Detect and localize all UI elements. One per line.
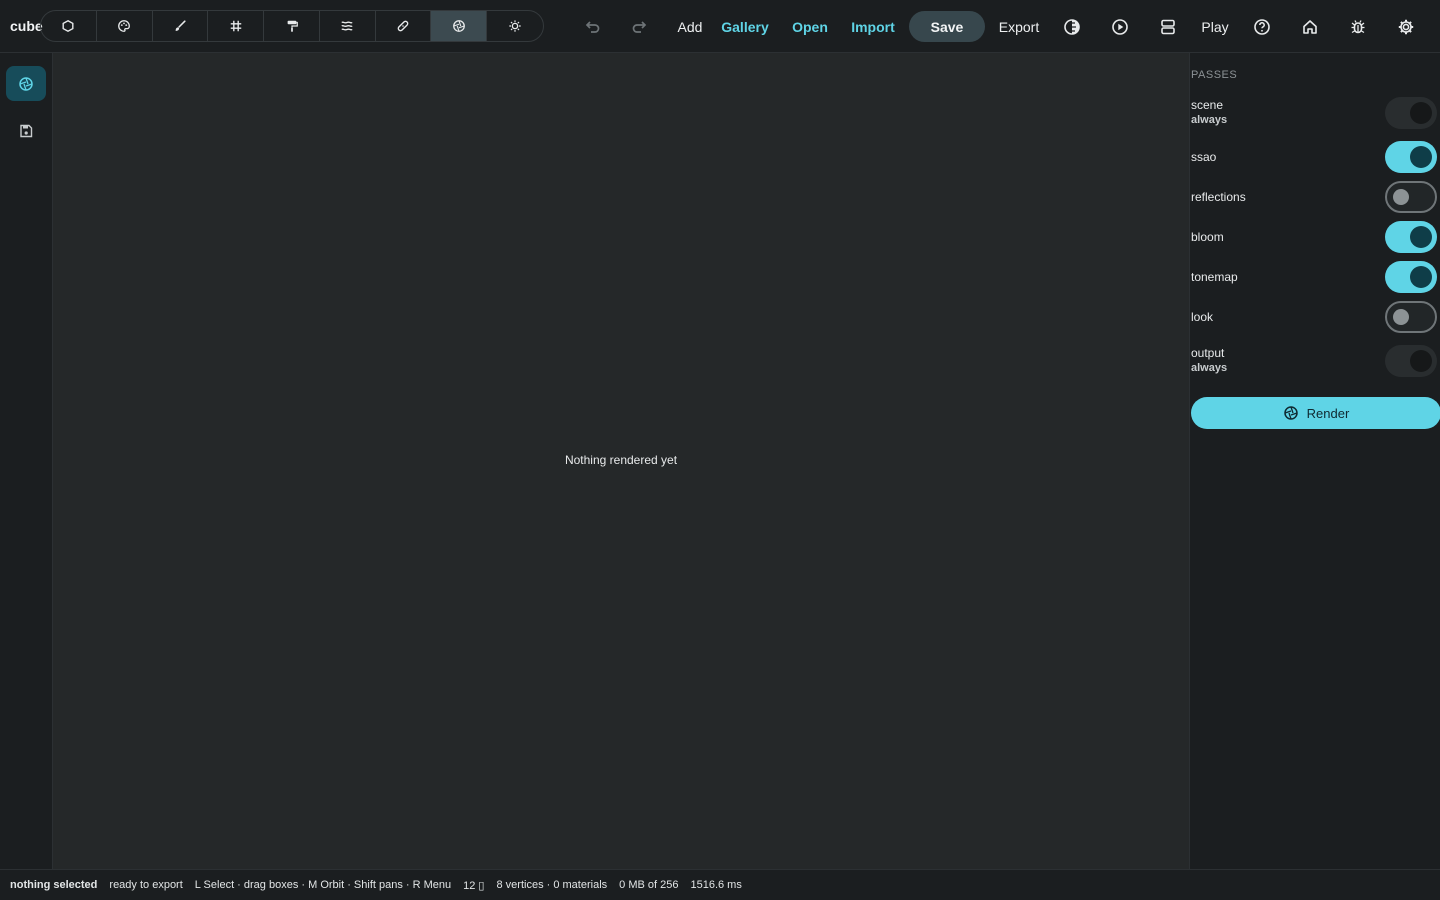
toggle-knob <box>1410 350 1432 372</box>
tool-waves[interactable] <box>320 11 376 41</box>
undo-button[interactable] <box>578 0 606 53</box>
toggle-knob <box>1393 309 1409 325</box>
waves-icon <box>341 21 353 31</box>
pass-name: scene <box>1191 98 1224 112</box>
bandage-icon <box>397 20 409 32</box>
help-icon <box>1254 18 1270 35</box>
pass-toggle-tonemap[interactable] <box>1385 261 1437 293</box>
panel-heading: PASSES <box>1191 69 1238 81</box>
aperture-icon <box>452 20 465 32</box>
sun-icon <box>509 20 521 32</box>
import-button[interactable]: Import <box>848 0 898 53</box>
rail-save-button[interactable] <box>6 113 46 148</box>
tool-palette[interactable] <box>97 11 153 41</box>
pass-sub: always <box>1191 362 1228 374</box>
open-button[interactable]: Open <box>790 0 830 53</box>
status-export-state: ready to export <box>109 879 183 891</box>
render-button-label: Render <box>1306 405 1350 421</box>
save-disk-icon <box>20 124 33 137</box>
export-button[interactable]: Export <box>996 0 1042 53</box>
pass-toggle-bloom[interactable] <box>1385 221 1437 253</box>
bug-icon <box>1351 19 1365 33</box>
aperture-icon <box>1283 406 1298 420</box>
tool-bandage[interactable] <box>376 11 432 41</box>
undo-icon <box>585 20 600 33</box>
contrast-icon <box>1064 18 1080 35</box>
pass-toggle-reflections[interactable] <box>1385 181 1437 213</box>
pass-toggle-output[interactable] <box>1385 345 1437 377</box>
pass-name: reflections <box>1191 190 1246 204</box>
play-circle-icon <box>1112 18 1128 35</box>
play-button[interactable]: Play <box>1196 0 1234 53</box>
layout-button[interactable] <box>1154 0 1182 53</box>
shape-icon <box>62 19 74 33</box>
tool-group <box>40 10 544 42</box>
redo-icon <box>632 20 647 33</box>
status-memory: 0 MB of 256 <box>619 879 679 891</box>
add-button[interactable]: Add <box>672 0 708 53</box>
app-title: cube <box>10 18 43 34</box>
status-timing: 1516.6 ms <box>690 879 742 891</box>
home-icon <box>1303 19 1317 34</box>
status-geometry: 8 vertices · 0 materials <box>496 879 608 891</box>
contrast-button[interactable] <box>1058 0 1086 53</box>
gear-icon <box>1398 19 1414 34</box>
status-bar: nothing selected ready to export L Selec… <box>0 869 1440 900</box>
status-count: 12 ▯ <box>463 879 485 892</box>
top-toolbar: cube Add Gallery Open Import Save Export… <box>0 0 1440 53</box>
passes-panel: PASSES scene always ssao reflections blo… <box>1189 53 1440 869</box>
pass-sub: always <box>1191 114 1228 126</box>
aperture-icon <box>19 76 33 91</box>
pass-toggle-scene[interactable] <box>1385 97 1437 129</box>
tool-paint-roller[interactable] <box>264 11 320 41</box>
pass-name: ssao <box>1191 150 1217 164</box>
pass-name: output <box>1191 346 1225 360</box>
play-circle-button[interactable] <box>1106 0 1134 53</box>
gallery-button[interactable]: Gallery <box>720 0 770 53</box>
tool-shape[interactable] <box>41 11 97 41</box>
empty-viewport-message: Nothing rendered yet <box>564 453 678 467</box>
help-button[interactable] <box>1248 0 1276 53</box>
toggle-knob <box>1410 102 1432 124</box>
home-button[interactable] <box>1296 0 1324 53</box>
tool-aperture[interactable] <box>431 11 488 41</box>
pass-toggle-ssao[interactable] <box>1385 141 1437 173</box>
debug-button[interactable] <box>1344 0 1372 53</box>
status-hints: L Select · drag boxes · M Orbit · Shift … <box>194 879 452 891</box>
toggle-knob <box>1410 226 1432 248</box>
render-button[interactable]: Render <box>1191 397 1440 429</box>
app-root: cube Add Gallery Open Import Save Export… <box>0 0 1440 900</box>
pass-toggle-look[interactable] <box>1385 301 1437 333</box>
rail-render-button[interactable] <box>6 66 46 101</box>
brush-icon <box>175 20 186 31</box>
tool-light[interactable] <box>487 11 543 41</box>
paint-roller-icon <box>287 20 298 32</box>
tool-grid[interactable] <box>208 11 265 41</box>
palette-icon <box>118 20 131 32</box>
save-button[interactable]: Save <box>909 11 985 42</box>
settings-button[interactable] <box>1392 0 1420 53</box>
toggle-knob <box>1393 189 1409 205</box>
grid-icon <box>230 20 241 32</box>
pass-name: look <box>1191 310 1214 324</box>
toggle-knob <box>1410 266 1432 288</box>
toggle-knob <box>1410 146 1432 168</box>
left-rail <box>0 53 53 869</box>
pass-name: tonemap <box>1191 270 1238 284</box>
render-viewport[interactable]: Nothing rendered yet <box>53 53 1189 869</box>
redo-button[interactable] <box>626 0 654 53</box>
status-selection: nothing selected <box>10 879 98 891</box>
tool-brush[interactable] <box>153 11 209 41</box>
pass-name: bloom <box>1191 230 1224 244</box>
layout-rows-icon <box>1161 19 1175 34</box>
